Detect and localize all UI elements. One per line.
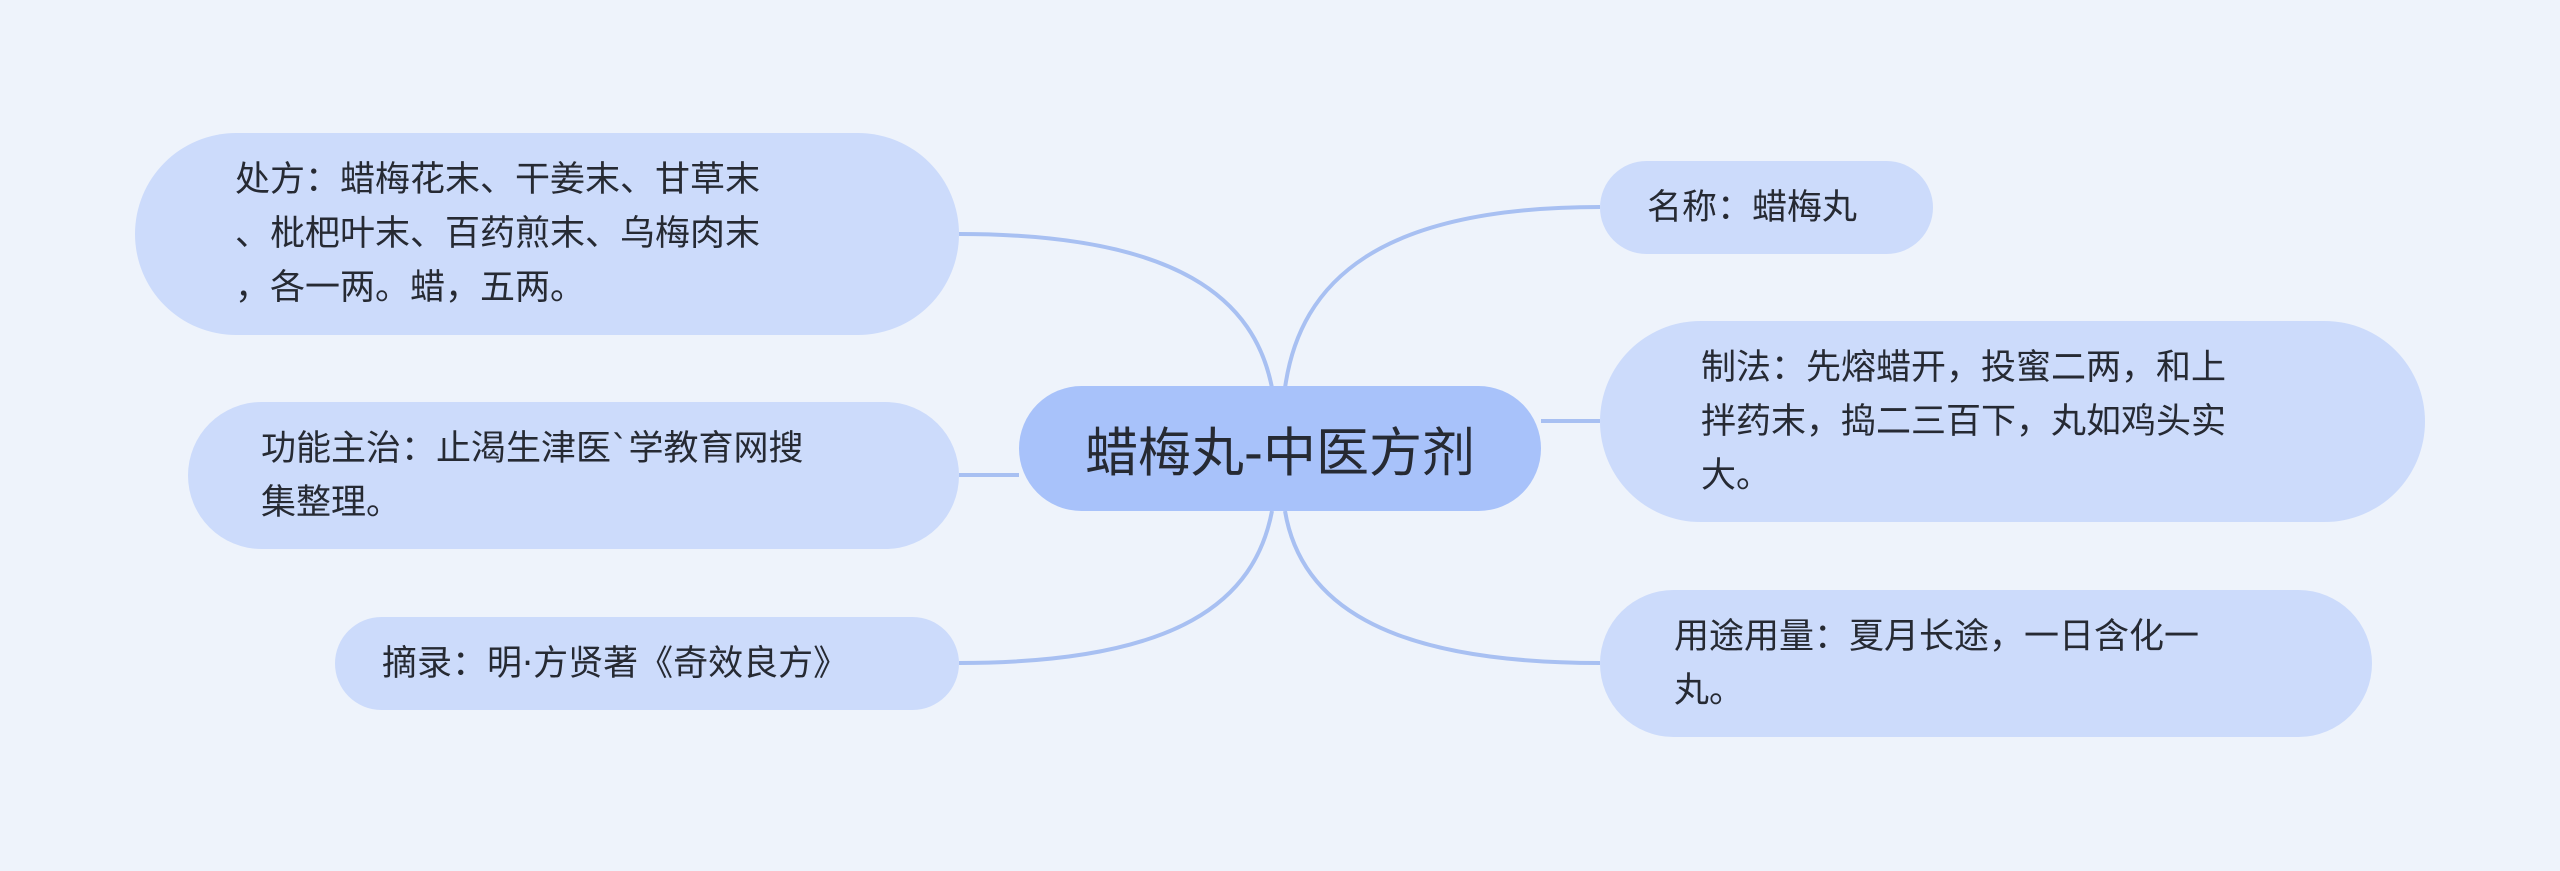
node-preparation-label: 制法：先熔蜡开，投蜜二两，和上 拌药末，捣二三百下，丸如鸡头实 大。 — [1701, 347, 2227, 496]
link-prescription — [958, 232, 1274, 389]
node-source[interactable]: 摘录：明·方贤著《奇效良方》 — [335, 617, 959, 710]
node-name[interactable]: 名称：蜡梅丸 — [1600, 161, 1933, 254]
node-name-label: 名称：蜡梅丸 — [1647, 187, 1858, 228]
central-topic[interactable]: 蜡梅丸-中医方剂 — [1019, 386, 1541, 511]
node-source-label: 摘录：明·方贤著《奇效良方》 — [382, 643, 849, 684]
node-indications[interactable]: 功能主治：止渴生津医`学教育网搜 集整理。 — [188, 402, 959, 549]
link-source — [958, 510, 1274, 665]
central-topic-label: 蜡梅丸-中医方剂 — [1084, 422, 1476, 484]
link-usage — [1283, 510, 1601, 665]
node-usage-label: 用途用量：夏月长途，一日含化一 丸。 — [1674, 616, 2200, 711]
node-indications-label: 功能主治：止渴生津医`学教育网搜 集整理。 — [261, 428, 804, 523]
node-prescription[interactable]: 处方：蜡梅花末、干姜末、甘草末 、枇杷叶末、百药煎末、乌梅肉末 ，各一两。蜡，五… — [135, 133, 959, 335]
node-prescription-label: 处方：蜡梅花末、干姜末、甘草末 、枇杷叶末、百药煎末、乌梅肉末 ，各一两。蜡，五… — [235, 160, 761, 308]
node-preparation[interactable]: 制法：先熔蜡开，投蜜二两，和上 拌药末，捣二三百下，丸如鸡头实 大。 — [1600, 321, 2425, 522]
link-name — [1283, 205, 1601, 389]
node-usage[interactable]: 用途用量：夏月长途，一日含化一 丸。 — [1600, 590, 2372, 737]
